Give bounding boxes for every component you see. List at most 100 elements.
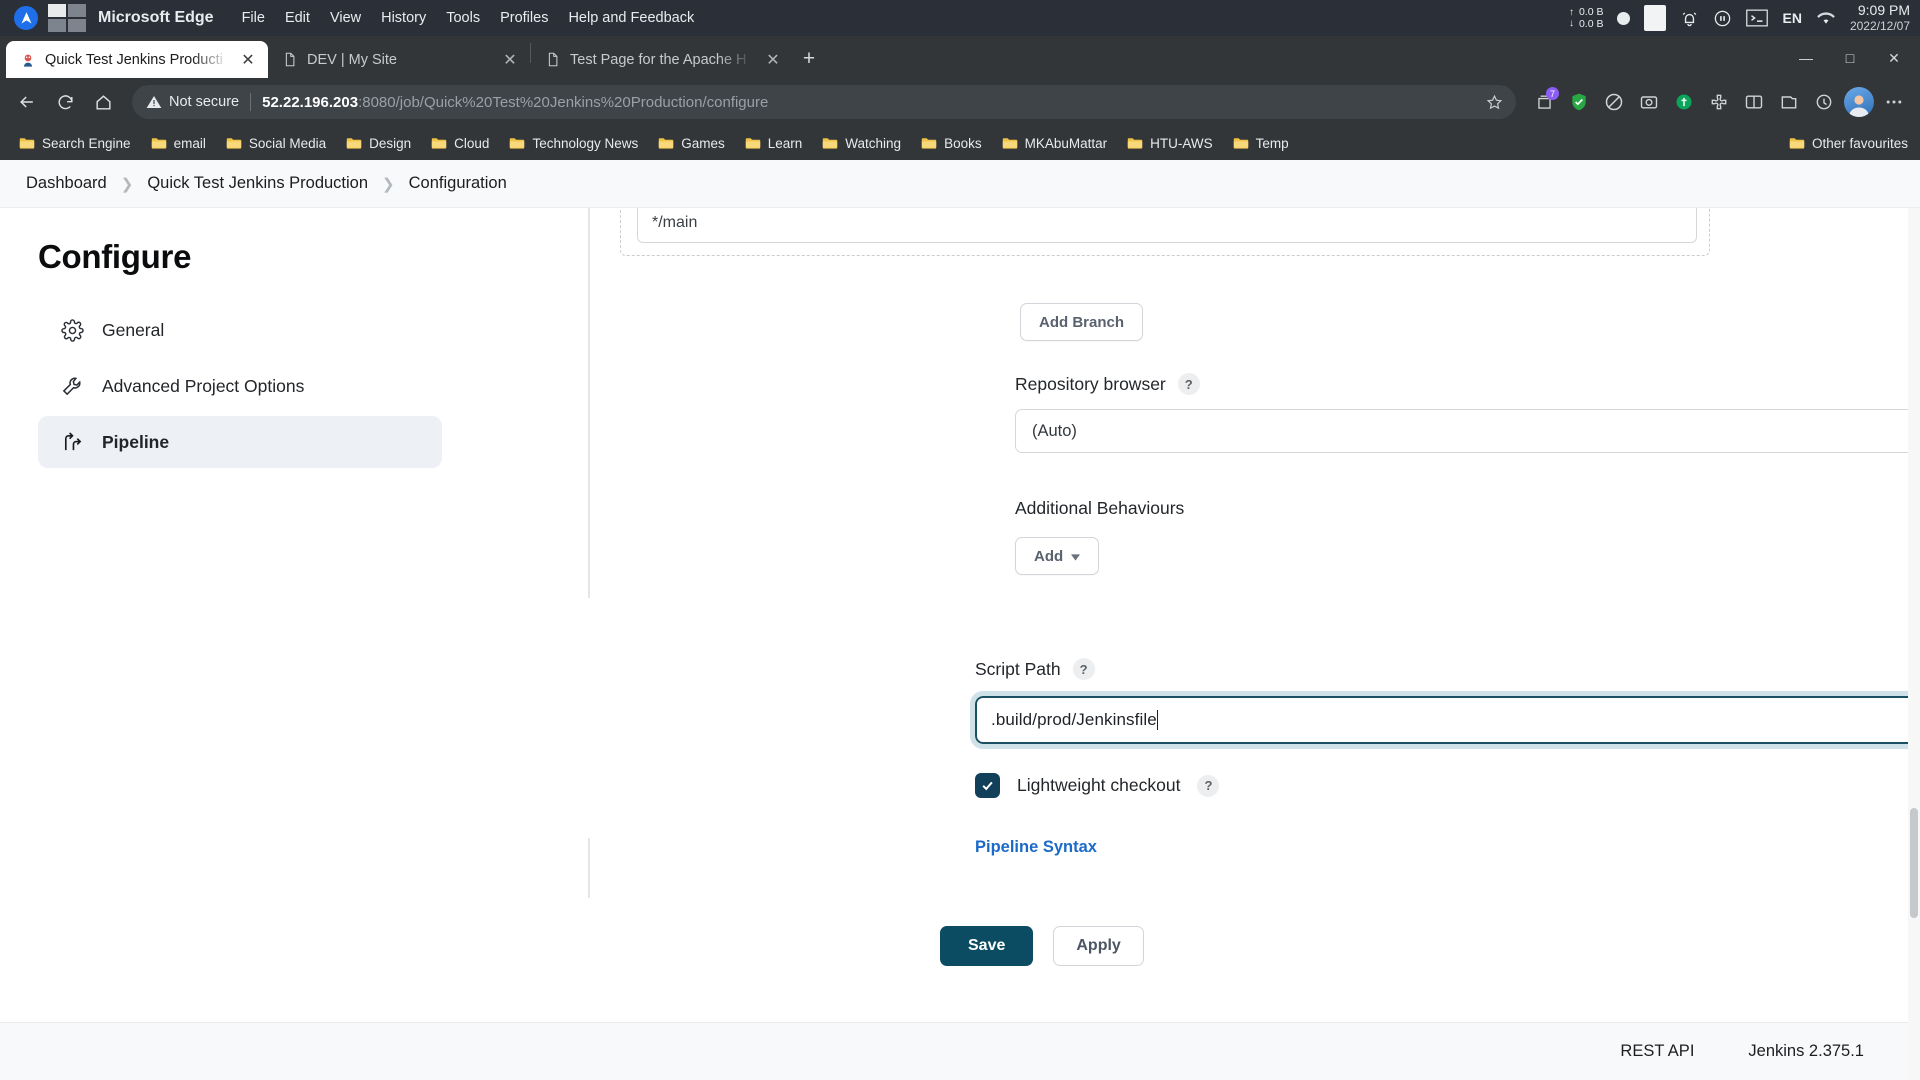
breadcrumb-configuration[interactable]: Configuration xyxy=(409,174,507,193)
form-actions: Save Apply xyxy=(940,926,1144,966)
branches-repeater xyxy=(620,208,1710,256)
clock[interactable]: 9:09 PM 2022/12/07 xyxy=(1850,2,1910,33)
pause-icon[interactable] xyxy=(1713,9,1732,28)
branch-specifier-input[interactable] xyxy=(637,208,1697,243)
script-path-label: Script Path xyxy=(975,659,1061,680)
bell-icon[interactable] xyxy=(1680,9,1699,28)
close-icon[interactable]: ✕ xyxy=(500,50,520,70)
record-dot-icon[interactable] xyxy=(1617,12,1630,25)
profile-avatar[interactable] xyxy=(1843,86,1875,118)
bookmark-item[interactable]: Books xyxy=(912,132,991,155)
browser-essentials-icon[interactable] xyxy=(1808,86,1840,118)
bookmark-item[interactable]: Temp xyxy=(1224,132,1298,155)
bookmark-item[interactable]: Social Media xyxy=(217,132,335,155)
sidebar-item-label: Advanced Project Options xyxy=(102,376,304,397)
page-favicon-icon xyxy=(281,51,298,68)
pipeline-syntax-link[interactable]: Pipeline Syntax xyxy=(975,838,1097,856)
maximize-button[interactable]: □ xyxy=(1828,42,1872,74)
menu-edit[interactable]: Edit xyxy=(275,10,320,26)
screenshot-icon[interactable] xyxy=(1633,86,1665,118)
collections-icon[interactable]: 7 xyxy=(1528,86,1560,118)
terminal-icon[interactable] xyxy=(1746,9,1768,27)
browser-tab-1[interactable]: DEV | My Site ✕ xyxy=(268,41,530,78)
save-button[interactable]: Save xyxy=(940,926,1033,966)
password-manager-icon[interactable] xyxy=(1668,86,1700,118)
folder-icon xyxy=(431,136,447,150)
sidebar-item-label: Pipeline xyxy=(102,432,169,453)
sidebar-item-advanced-project-options[interactable]: Advanced Project Options xyxy=(38,360,442,412)
close-icon[interactable]: ✕ xyxy=(238,50,258,70)
settings-and-more-icon[interactable] xyxy=(1878,86,1910,118)
script-path-input[interactable]: .build/prod/Jenkinsfile xyxy=(975,696,1920,744)
help-icon[interactable]: ? xyxy=(1197,775,1219,797)
bookmark-item[interactable]: Watching xyxy=(813,132,910,155)
lightweight-checkout-checkbox[interactable] xyxy=(975,773,1000,798)
bookmark-item[interactable]: Games xyxy=(649,132,734,155)
adblock-icon[interactable] xyxy=(1598,86,1630,118)
sidebar-item-pipeline[interactable]: Pipeline xyxy=(38,416,442,468)
browser-toolbar: Not secure 52.22.196.203:8080/job/Quick%… xyxy=(0,78,1920,126)
help-icon[interactable]: ? xyxy=(1178,373,1200,395)
menu-view[interactable]: View xyxy=(320,10,371,26)
clipboard-icon[interactable] xyxy=(1644,5,1666,31)
sidebar-item-general[interactable]: General xyxy=(38,304,442,356)
close-icon[interactable]: ✕ xyxy=(763,50,783,70)
bookmark-item[interactable]: Design xyxy=(337,132,420,155)
page-favicon-icon xyxy=(544,51,561,68)
browser-tab-2[interactable]: Test Page for the Apache H ✕ xyxy=(531,41,793,78)
configure-sidebar: Configure General Advanced Project Optio… xyxy=(0,208,470,1022)
add-branch-button[interactable]: Add Branch xyxy=(1020,303,1143,341)
shield-extension-icon[interactable] xyxy=(1563,86,1595,118)
scrollbar-thumb[interactable] xyxy=(1910,808,1918,918)
extension-icons: 7 xyxy=(1528,86,1910,118)
rest-api-link[interactable]: REST API xyxy=(1620,1042,1694,1061)
menu-help-and-feedback[interactable]: Help and Feedback xyxy=(558,10,704,26)
menu-history[interactable]: History xyxy=(371,10,436,26)
wifi-icon[interactable] xyxy=(1816,10,1836,26)
menu-tools[interactable]: Tools xyxy=(436,10,490,26)
help-icon[interactable]: ? xyxy=(1073,658,1095,680)
bookmark-star-icon[interactable] xyxy=(1480,88,1508,116)
bookmark-item[interactable]: Cloud xyxy=(422,132,498,155)
menu-file[interactable]: File xyxy=(232,10,275,26)
language-indicator[interactable]: EN xyxy=(1782,10,1801,26)
reload-icon[interactable] xyxy=(48,85,82,119)
breadcrumb-job[interactable]: Quick Test Jenkins Production xyxy=(147,174,368,193)
breadcrumb-dashboard[interactable]: Dashboard xyxy=(26,174,107,193)
home-icon[interactable] xyxy=(86,85,120,119)
chevron-right-icon: ❯ xyxy=(121,175,134,193)
bookmark-item[interactable]: Technology News xyxy=(500,132,647,155)
favorites-icon[interactable] xyxy=(1773,86,1805,118)
extension-badge: 7 xyxy=(1546,87,1559,100)
url-text[interactable]: 52.22.196.203:8080/job/Quick%20Test%20Je… xyxy=(262,94,1472,111)
repository-browser-select[interactable]: (Auto) xyxy=(1015,409,1920,453)
bookmark-item[interactable]: HTU-AWS xyxy=(1118,132,1222,155)
bookmark-item[interactable]: Learn xyxy=(736,132,812,155)
page-scrollbar[interactable] xyxy=(1908,208,1920,1080)
add-behaviour-button[interactable]: Add xyxy=(1015,537,1099,575)
minimize-button[interactable]: — xyxy=(1784,42,1828,74)
system-tray: ↑↓ 0.0 B 0.0 B EN 9:09 PM xyxy=(1569,0,1910,36)
url-host: 52.22.196.203 xyxy=(262,94,358,111)
jenkins-version[interactable]: Jenkins 2.375.1 xyxy=(1748,1042,1864,1061)
script-path-value: .build/prod/Jenkinsfile xyxy=(991,710,1157,730)
bookmark-item[interactable]: email xyxy=(142,132,215,155)
split-screen-icon[interactable] xyxy=(1738,86,1770,118)
bookmark-item[interactable]: Search Engine xyxy=(10,132,140,155)
new-tab-button[interactable]: + xyxy=(793,43,825,75)
address-bar[interactable]: Not secure 52.22.196.203:8080/job/Quick%… xyxy=(132,85,1516,119)
bookmark-item[interactable]: MKAbuMattar xyxy=(993,132,1117,155)
bookmark-label: email xyxy=(174,136,206,151)
back-icon[interactable] xyxy=(10,85,44,119)
bookmark-label: HTU-AWS xyxy=(1150,136,1213,151)
security-indicator[interactable]: Not secure xyxy=(146,94,239,110)
close-window-button[interactable]: ✕ xyxy=(1872,42,1916,74)
window-grid-icon[interactable] xyxy=(48,4,86,32)
browser-tab-0[interactable]: Quick Test Jenkins Producti ✕ xyxy=(6,41,268,78)
puzzle-extensions-icon[interactable] xyxy=(1703,86,1735,118)
apply-button[interactable]: Apply xyxy=(1053,926,1143,966)
page-footer: REST API Jenkins 2.375.1 xyxy=(0,1022,1920,1080)
other-favourites-button[interactable]: Other favourites xyxy=(1789,136,1908,151)
window-controls: — □ ✕ xyxy=(1784,42,1916,74)
menu-profiles[interactable]: Profiles xyxy=(490,10,558,26)
